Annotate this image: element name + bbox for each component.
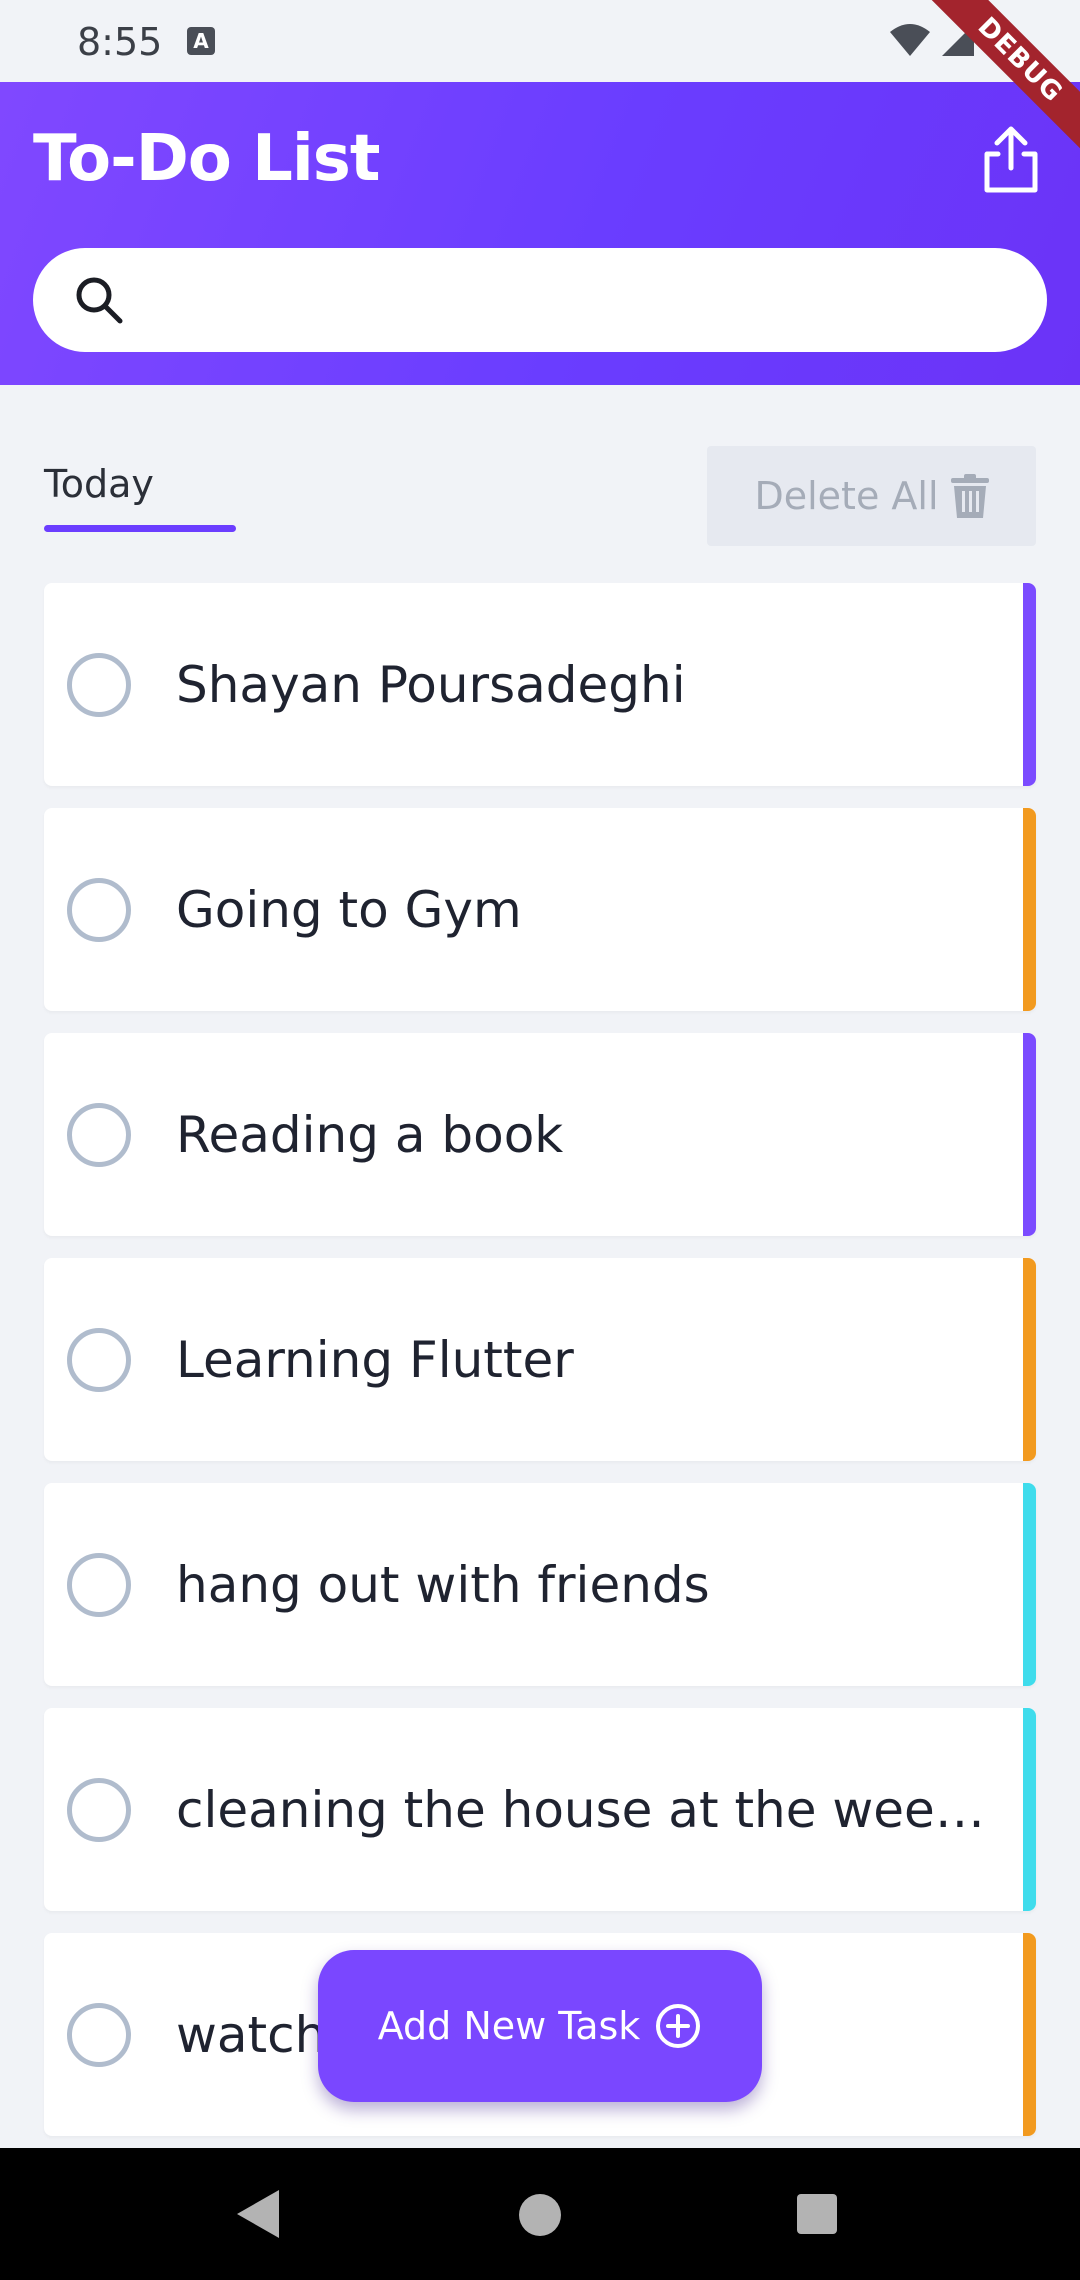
task-list: Shayan Poursadeghi Going to Gym Reading … [44, 583, 1036, 2158]
status-time: 8:55 [77, 20, 163, 64]
home-icon[interactable] [519, 2194, 561, 2236]
search-icon [76, 277, 123, 324]
task-title: Learning Flutter [176, 1331, 574, 1389]
task-color-accent [1023, 1933, 1036, 2136]
task-color-accent [1023, 1033, 1036, 1236]
add-new-task-button[interactable]: Add New Task [318, 1950, 762, 2102]
task-card[interactable]: Going to Gym [44, 808, 1036, 1011]
screen: 8:55 A DEBUG To-Do List Today Delete All… [0, 0, 1080, 2280]
task-card[interactable]: Reading a book [44, 1033, 1036, 1236]
add-circle-icon [656, 2004, 701, 2048]
task-title: hang out with friends [176, 1556, 710, 1614]
app-header: To-Do List [0, 82, 1080, 385]
task-title: cleaning the house at the week… [176, 1781, 996, 1839]
recents-icon[interactable] [797, 2194, 837, 2234]
app-title: To-Do List [33, 122, 380, 196]
a-icon: A [187, 27, 215, 55]
delete-all-button[interactable]: Delete All [707, 446, 1036, 546]
task-checkbox[interactable] [67, 1328, 131, 1392]
task-card[interactable]: hang out with friends [44, 1483, 1036, 1686]
task-title: Shayan Poursadeghi [176, 656, 686, 714]
search-input[interactable] [145, 268, 1005, 332]
task-card[interactable]: Shayan Poursadeghi [44, 583, 1036, 786]
trash-icon [950, 474, 989, 518]
task-color-accent [1023, 1708, 1036, 1911]
task-checkbox[interactable] [67, 2003, 131, 2067]
add-new-task-label: Add New Task [377, 2004, 641, 2048]
tab-underline [44, 525, 236, 532]
task-color-accent [1023, 1258, 1036, 1461]
task-card[interactable]: cleaning the house at the week… [44, 1708, 1036, 1911]
tab-today[interactable]: Today [44, 462, 154, 506]
task-checkbox[interactable] [67, 653, 131, 717]
task-title: Going to Gym [176, 881, 522, 939]
share-button[interactable] [978, 124, 1044, 196]
task-checkbox[interactable] [67, 1103, 131, 1167]
search-bar[interactable] [33, 248, 1047, 352]
navigation-bar [0, 2148, 1080, 2280]
task-checkbox[interactable] [67, 1778, 131, 1842]
task-color-accent [1023, 1483, 1036, 1686]
task-color-accent [1023, 808, 1036, 1011]
share-icon [984, 126, 1038, 193]
delete-all-label: Delete All [754, 474, 939, 518]
back-icon[interactable] [235, 2188, 281, 2240]
wifi-icon [890, 24, 930, 56]
task-color-accent [1023, 583, 1036, 786]
task-title: Reading a book [176, 1106, 564, 1164]
status-bar: 8:55 A DEBUG [0, 0, 1080, 167]
task-checkbox[interactable] [67, 1553, 131, 1617]
task-card[interactable]: Learning Flutter [44, 1258, 1036, 1461]
task-checkbox[interactable] [67, 878, 131, 942]
